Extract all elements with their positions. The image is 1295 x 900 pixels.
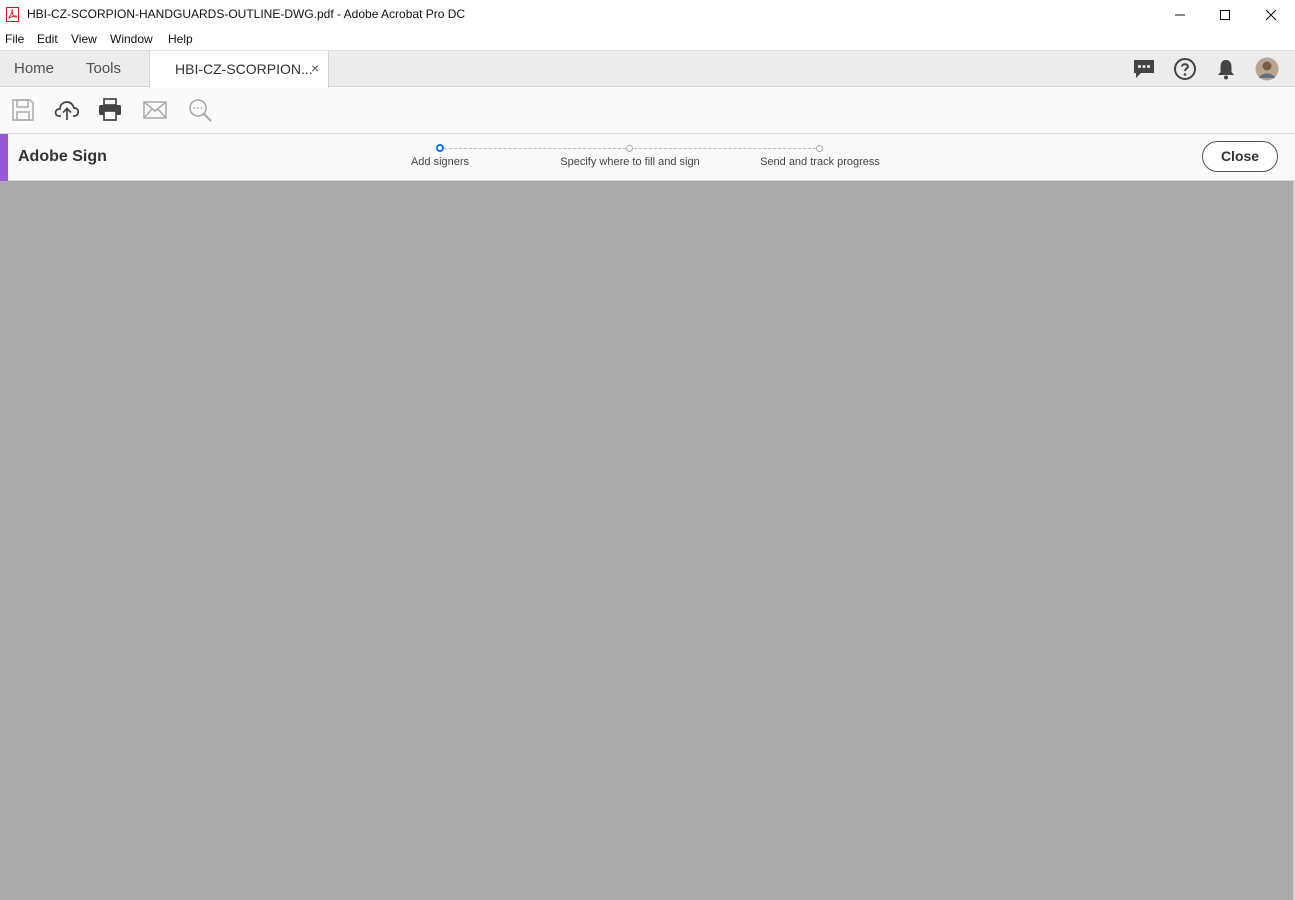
upload-cloud-icon[interactable] bbox=[54, 97, 80, 123]
close-icon bbox=[1265, 9, 1277, 20]
tab-tools[interactable]: Tools bbox=[86, 60, 121, 77]
sign-title: Adobe Sign bbox=[18, 148, 107, 165]
close-window-button[interactable] bbox=[1248, 0, 1294, 29]
print-icon[interactable] bbox=[97, 97, 123, 123]
maximize-button[interactable] bbox=[1202, 0, 1248, 29]
step-specify-fields[interactable]: Specify where to fill and sign bbox=[560, 156, 699, 168]
adobe-sign-bar: Adobe Sign Add signers Specify where to … bbox=[0, 134, 1295, 181]
tab-close-icon[interactable]: × bbox=[311, 60, 319, 76]
menu-edit[interactable]: Edit bbox=[37, 32, 58, 46]
help-icon[interactable] bbox=[1173, 57, 1197, 81]
menu-view[interactable]: View bbox=[71, 32, 97, 46]
tab-bar: Home Tools HBI-CZ-SCORPION... × bbox=[0, 51, 1295, 88]
step-send-track[interactable]: Send and track progress bbox=[760, 156, 880, 168]
minimize-icon bbox=[1175, 14, 1185, 15]
step-3-indicator bbox=[816, 145, 823, 152]
window-title: HBI-CZ-SCORPION-HANDGUARDS-OUTLINE-DWG.p… bbox=[27, 7, 466, 21]
sign-accent-stripe bbox=[0, 134, 8, 181]
menu-help[interactable]: Help bbox=[168, 32, 193, 46]
menu-window[interactable]: Window bbox=[110, 32, 153, 46]
quick-tools-bar bbox=[0, 88, 1295, 134]
maximize-icon bbox=[1220, 9, 1230, 20]
save-icon[interactable] bbox=[10, 97, 36, 123]
tab-document-label: HBI-CZ-SCORPION... bbox=[175, 61, 313, 77]
tab-home[interactable]: Home bbox=[14, 60, 54, 77]
minimize-button[interactable] bbox=[1157, 0, 1203, 29]
step-add-signers[interactable]: Add signers bbox=[411, 156, 469, 168]
tab-document[interactable]: HBI-CZ-SCORPION... × bbox=[149, 51, 329, 88]
menu-bar: File Edit View Window Help bbox=[0, 29, 1295, 51]
close-sign-button[interactable]: Close bbox=[1202, 141, 1278, 172]
comment-icon[interactable] bbox=[1132, 57, 1156, 81]
acrobat-pdf-icon bbox=[6, 7, 19, 22]
step-2-indicator bbox=[626, 145, 633, 152]
notification-bell-icon[interactable] bbox=[1214, 57, 1238, 81]
step-1-indicator bbox=[436, 144, 444, 152]
email-icon[interactable] bbox=[142, 97, 168, 123]
step-connector bbox=[444, 148, 626, 149]
step-connector bbox=[634, 148, 816, 149]
window-title-bar: HBI-CZ-SCORPION-HANDGUARDS-OUTLINE-DWG.p… bbox=[0, 0, 1295, 29]
menu-file[interactable]: File bbox=[5, 32, 24, 46]
user-avatar[interactable] bbox=[1255, 57, 1279, 81]
zoom-search-icon[interactable] bbox=[187, 97, 213, 123]
document-canvas[interactable] bbox=[0, 181, 1295, 900]
